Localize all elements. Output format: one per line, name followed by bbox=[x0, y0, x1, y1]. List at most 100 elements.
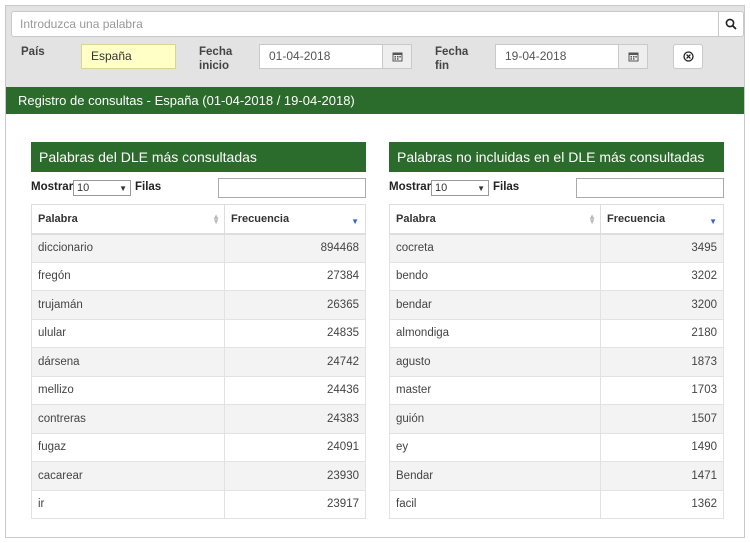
mostrar-label: Mostrar bbox=[389, 181, 432, 193]
dle-words-table: Palabra ▲ ▼ Frecuencia ▼ diccionario 89446… bbox=[31, 204, 366, 519]
fecha-fin-label-line1: Fecha bbox=[435, 46, 469, 58]
rows-per-page-value: 10 bbox=[435, 182, 448, 194]
column-header-frecuencia[interactable]: Frecuencia ▼ bbox=[600, 204, 724, 235]
app-frame: País España Fecha inicio 01-04-2018 Fech… bbox=[5, 5, 745, 538]
table-row: contreras 24383 bbox=[31, 404, 366, 434]
table-row: master 1703 bbox=[389, 375, 724, 405]
table-row: diccionario 894468 bbox=[31, 233, 366, 263]
rows-per-page-select[interactable]: 10 ▼ bbox=[431, 180, 489, 196]
fecha-inicio-label: Fecha inicio bbox=[199, 45, 232, 73]
mostrar-label: Mostrar bbox=[31, 181, 74, 193]
calendar-icon bbox=[628, 52, 638, 62]
cell-frecuencia: 27384 bbox=[224, 261, 366, 291]
table-row: agusto 1873 bbox=[389, 347, 724, 377]
cell-palabra: fugaz bbox=[31, 432, 225, 462]
sort-desc-icon: ▼ bbox=[351, 217, 359, 226]
column-header-palabra[interactable]: Palabra ▲ ▼ bbox=[389, 204, 601, 235]
cell-frecuencia: 1703 bbox=[600, 375, 724, 405]
cell-palabra: cacarear bbox=[31, 461, 225, 491]
search-icon bbox=[725, 18, 737, 30]
cell-palabra: Bendar bbox=[389, 461, 601, 491]
fecha-inicio-field[interactable]: 01-04-2018 bbox=[259, 44, 383, 69]
non-dle-words-table: Palabra ▲ ▼ Frecuencia ▼ cocreta 3495 bendo… bbox=[389, 204, 724, 519]
cell-frecuencia: 1490 bbox=[600, 432, 724, 462]
cell-frecuencia: 24835 bbox=[224, 318, 366, 348]
cell-frecuencia: 3200 bbox=[600, 290, 724, 320]
cell-frecuencia: 3202 bbox=[600, 261, 724, 291]
cell-palabra: ulular bbox=[31, 318, 225, 348]
cell-palabra: bendo bbox=[389, 261, 601, 291]
cell-frecuencia: 24742 bbox=[224, 347, 366, 377]
results-banner: Registro de consultas - España (01-04-20… bbox=[6, 87, 744, 114]
sort-both-icon: ▲ ▼ bbox=[212, 212, 220, 226]
pais-label: País bbox=[21, 46, 45, 58]
sort-both-icon: ▲ ▼ bbox=[588, 212, 596, 226]
cell-palabra: almondiga bbox=[389, 318, 601, 348]
table-row: fugaz 24091 bbox=[31, 432, 366, 462]
clear-filters-button[interactable] bbox=[673, 44, 703, 69]
table-controls: Mostrar 10 ▼ Filas bbox=[389, 172, 724, 202]
table-body: cocreta 3495 bendo 3202 bendar 3200 almondiga 2… bbox=[389, 233, 724, 519]
table-row: ir 23917 bbox=[31, 489, 366, 519]
fecha-fin-label-line2: fin bbox=[435, 60, 450, 72]
calendar-icon bbox=[392, 52, 402, 62]
chevron-down-icon: ▼ bbox=[477, 184, 485, 193]
table-row: almondiga 2180 bbox=[389, 318, 724, 348]
close-circle-icon bbox=[682, 51, 694, 62]
cell-palabra: cocreta bbox=[389, 233, 601, 263]
cell-frecuencia: 24436 bbox=[224, 375, 366, 405]
fecha-fin-label: Fecha fin bbox=[435, 45, 468, 73]
rows-per-page-select[interactable]: 10 ▼ bbox=[73, 180, 131, 196]
cell-frecuencia: 894468 bbox=[224, 233, 366, 263]
cell-frecuencia: 1362 bbox=[600, 489, 724, 519]
cell-frecuencia: 1507 bbox=[600, 404, 724, 434]
filas-label: Filas bbox=[493, 181, 520, 193]
cell-frecuencia: 26365 bbox=[224, 290, 366, 320]
cell-palabra: dársena bbox=[31, 347, 225, 377]
column-header-palabra[interactable]: Palabra ▲ ▼ bbox=[31, 204, 225, 235]
cell-palabra: ir bbox=[31, 489, 225, 519]
chevron-down-icon: ▼ bbox=[119, 184, 127, 193]
filas-label: Filas bbox=[135, 181, 162, 193]
cell-frecuencia: 1873 bbox=[600, 347, 724, 377]
search-button[interactable] bbox=[718, 11, 744, 37]
cell-palabra: diccionario bbox=[31, 233, 225, 263]
sort-desc-icon: ▼ bbox=[709, 217, 717, 226]
cell-palabra: guión bbox=[389, 404, 601, 434]
table-row: bendo 3202 bbox=[389, 261, 724, 291]
cell-palabra: mellizo bbox=[31, 375, 225, 405]
fecha-inicio-label-line1: Fecha bbox=[199, 46, 233, 58]
fecha-inicio-label-line2: inicio bbox=[199, 60, 230, 72]
panel-title: Palabras del DLE más consultadas bbox=[31, 142, 366, 172]
table-controls: Mostrar 10 ▼ Filas bbox=[31, 172, 366, 202]
rows-per-page-value: 10 bbox=[77, 182, 90, 194]
cell-palabra: bendar bbox=[389, 290, 601, 320]
cell-palabra: trujamán bbox=[31, 290, 225, 320]
column-header-label: Palabra bbox=[38, 212, 78, 225]
column-header-label: Frecuencia bbox=[607, 212, 666, 225]
table-row: facil 1362 bbox=[389, 489, 724, 519]
cell-palabra: master bbox=[389, 375, 601, 405]
cell-frecuencia: 24383 bbox=[224, 404, 366, 434]
cell-palabra: fregón bbox=[31, 261, 225, 291]
table-row: cacarear 23930 bbox=[31, 461, 366, 491]
fecha-fin-field[interactable]: 19-04-2018 bbox=[495, 44, 619, 69]
pais-field[interactable]: España bbox=[81, 44, 176, 69]
table-row: Bendar 1471 bbox=[389, 461, 724, 491]
table-row: mellizo 24436 bbox=[31, 375, 366, 405]
table-row: bendar 3200 bbox=[389, 290, 724, 320]
table-filter-input[interactable] bbox=[218, 178, 366, 198]
cell-palabra: facil bbox=[389, 489, 601, 519]
cell-frecuencia: 2180 bbox=[600, 318, 724, 348]
non-dle-words-panel: Palabras no incluidas en el DLE más cons… bbox=[389, 142, 724, 519]
table-body: diccionario 894468 fregón 27384 trujamán 2636… bbox=[31, 233, 366, 519]
column-header-label: Frecuencia bbox=[231, 212, 290, 225]
fecha-fin-calendar-button[interactable] bbox=[618, 44, 648, 69]
cell-palabra: agusto bbox=[389, 347, 601, 377]
search-input[interactable] bbox=[11, 11, 719, 37]
fecha-inicio-calendar-button[interactable] bbox=[382, 44, 412, 69]
cell-frecuencia: 23917 bbox=[224, 489, 366, 519]
table-filter-input[interactable] bbox=[576, 178, 724, 198]
cell-palabra: ey bbox=[389, 432, 601, 462]
column-header-frecuencia[interactable]: Frecuencia ▼ bbox=[224, 204, 366, 235]
